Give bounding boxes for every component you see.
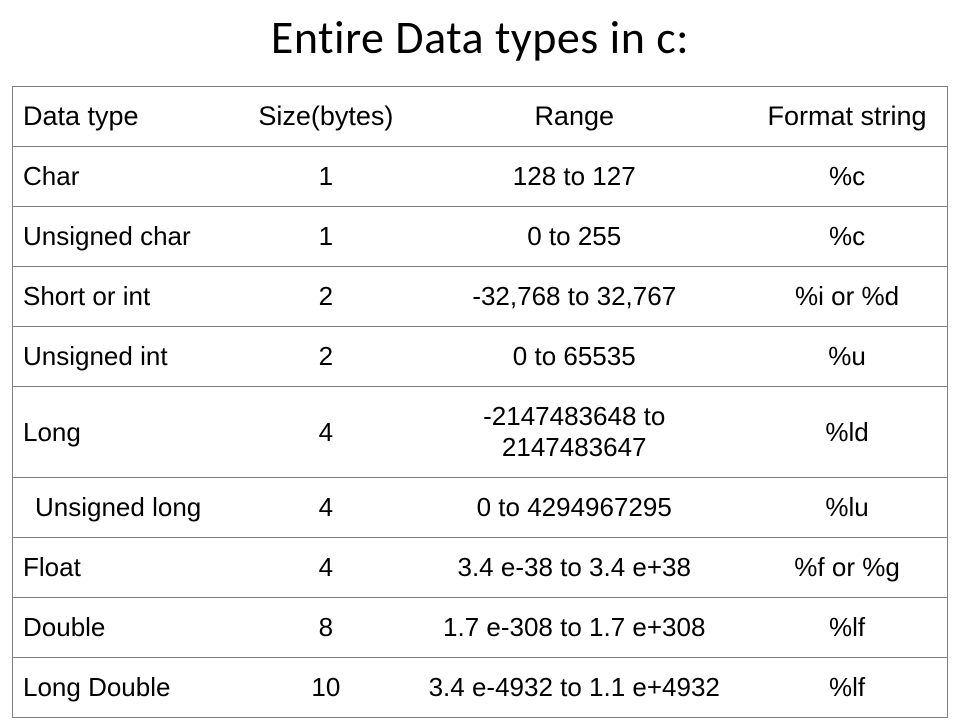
- table-row: Long Double 10 3.4 e-4932 to 1.1 e+4932 …: [13, 658, 948, 718]
- cell-format: %ld: [747, 387, 947, 478]
- cell-format: %f or %g: [747, 538, 947, 598]
- cell-datatype: Long: [13, 387, 251, 478]
- cell-range: 3.4 e-38 to 3.4 e+38: [401, 538, 747, 598]
- cell-size: 4: [250, 478, 401, 538]
- page-title: Entire Data types in c:: [12, 10, 948, 66]
- cell-size: 1: [250, 147, 401, 207]
- cell-format: %lu: [747, 478, 947, 538]
- cell-range: 128 to 127: [401, 147, 747, 207]
- cell-range: 0 to 65535: [401, 327, 747, 387]
- cell-size: 8: [250, 598, 401, 658]
- table-row: Unsigned long 4 0 to 4294967295 %lu: [13, 478, 948, 538]
- cell-range: 1.7 e-308 to 1.7 e+308: [401, 598, 747, 658]
- cell-datatype: Long Double: [13, 658, 251, 718]
- header-format: Format string: [747, 87, 947, 147]
- table-row: Char 1 128 to 127 %c: [13, 147, 948, 207]
- table-row: Short or int 2 -32,768 to 32,767 %i or %…: [13, 267, 948, 327]
- cell-size: 2: [250, 267, 401, 327]
- cell-format: %lf: [747, 598, 947, 658]
- cell-datatype: Char: [13, 147, 251, 207]
- cell-datatype: Short or int: [13, 267, 251, 327]
- cell-datatype: Unsigned long: [13, 478, 251, 538]
- cell-format: %c: [747, 207, 947, 267]
- cell-range: -2147483648 to 2147483647: [401, 387, 747, 478]
- table-row: Float 4 3.4 e-38 to 3.4 e+38 %f or %g: [13, 538, 948, 598]
- table-header-row: Data type Size(bytes) Range Format strin…: [13, 87, 948, 147]
- header-datatype: Data type: [13, 87, 251, 147]
- table-row: Unsigned char 1 0 to 255 %c: [13, 207, 948, 267]
- cell-range: -32,768 to 32,767: [401, 267, 747, 327]
- header-range: Range: [401, 87, 747, 147]
- cell-datatype: Unsigned char: [13, 207, 251, 267]
- data-types-table: Data type Size(bytes) Range Format strin…: [12, 86, 948, 718]
- header-size: Size(bytes): [250, 87, 401, 147]
- cell-size: 1: [250, 207, 401, 267]
- cell-format: %lf: [747, 658, 947, 718]
- cell-datatype: Unsigned int: [13, 327, 251, 387]
- cell-format: %u: [747, 327, 947, 387]
- table-row: Double 8 1.7 e-308 to 1.7 e+308 %lf: [13, 598, 948, 658]
- cell-format: %c: [747, 147, 947, 207]
- cell-size: 4: [250, 387, 401, 478]
- cell-size: 4: [250, 538, 401, 598]
- table-row: Unsigned int 2 0 to 65535 %u: [13, 327, 948, 387]
- cell-size: 2: [250, 327, 401, 387]
- cell-range: 3.4 e-4932 to 1.1 e+4932: [401, 658, 747, 718]
- cell-datatype: Double: [13, 598, 251, 658]
- cell-range: 0 to 4294967295: [401, 478, 747, 538]
- cell-format: %i or %d: [747, 267, 947, 327]
- cell-range: 0 to 255: [401, 207, 747, 267]
- cell-datatype: Float: [13, 538, 251, 598]
- cell-size: 10: [250, 658, 401, 718]
- table-row: Long 4 -2147483648 to 2147483647 %ld: [13, 387, 948, 478]
